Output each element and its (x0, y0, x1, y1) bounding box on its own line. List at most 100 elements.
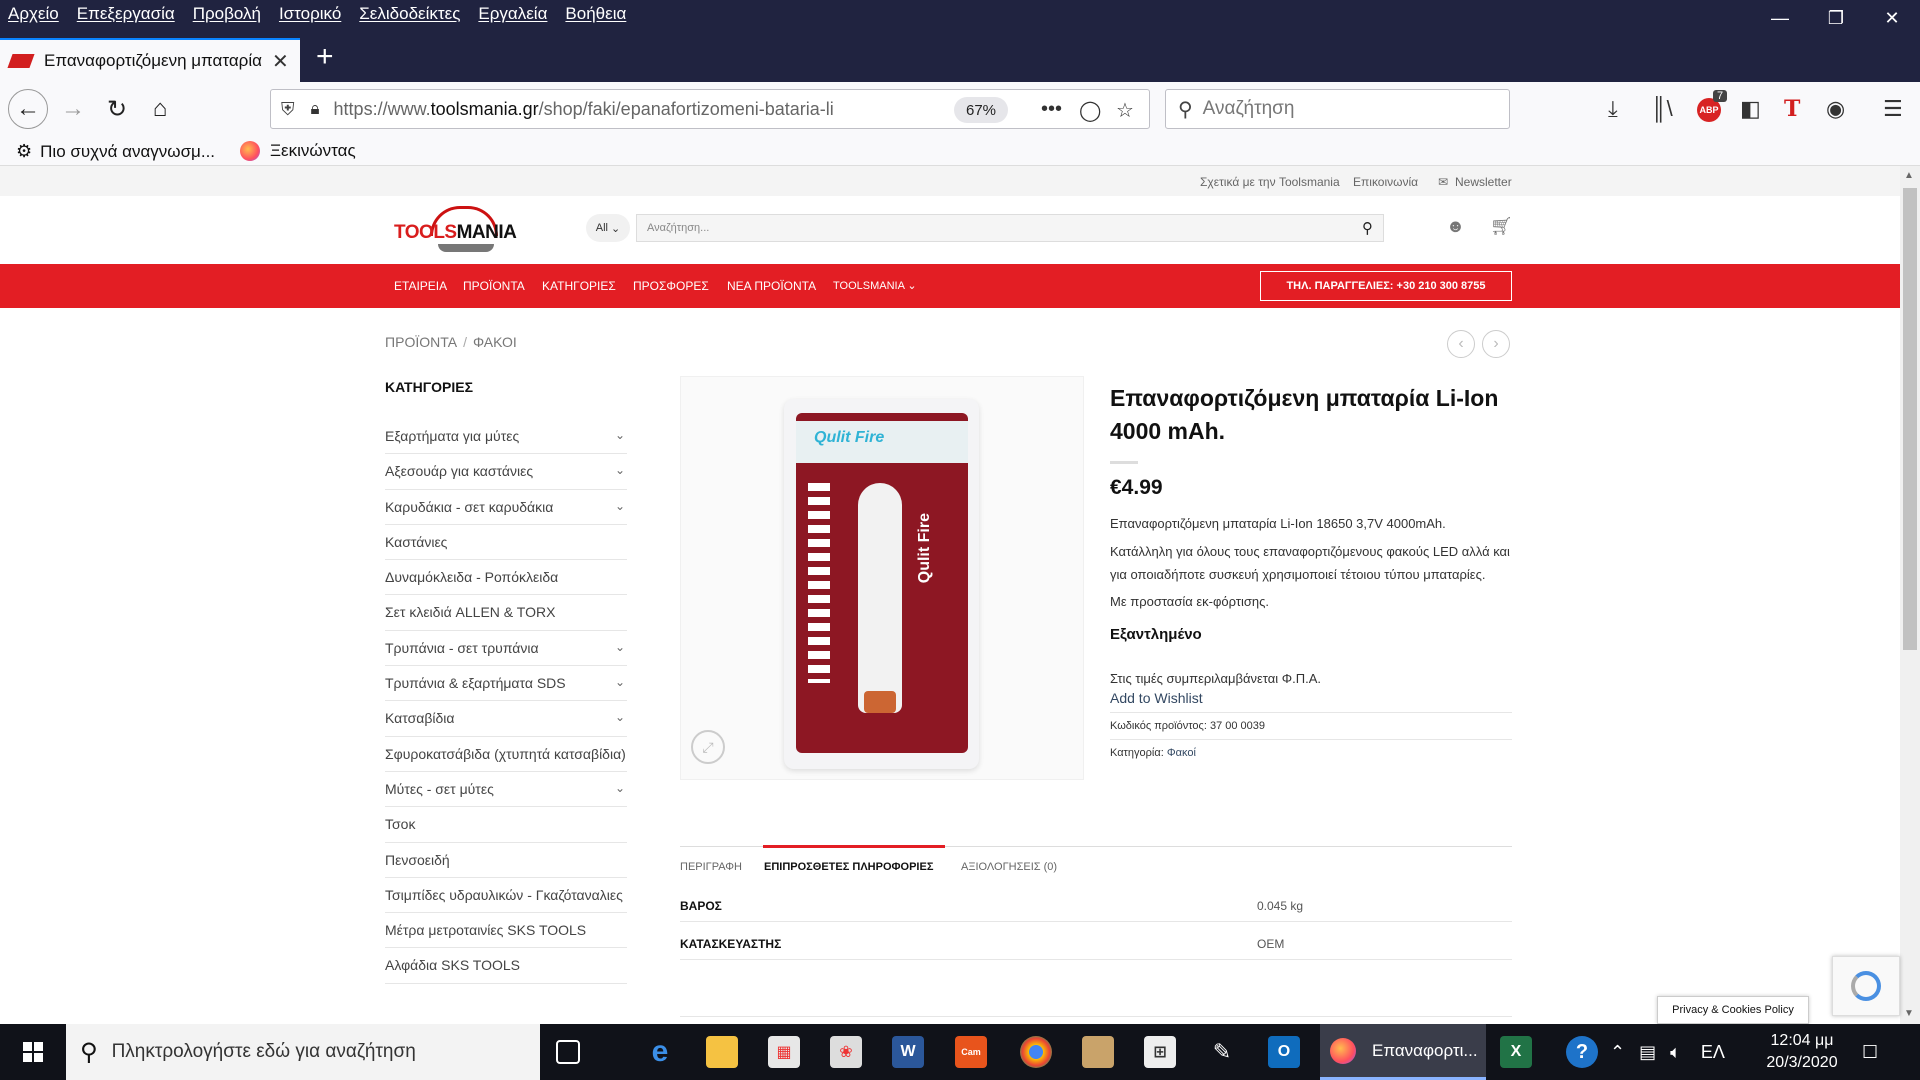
hamburger-menu-icon[interactable]: ☰ (1883, 96, 1903, 122)
downloads-icon[interactable]: ⤓ (1608, 96, 1618, 122)
chevron-down-icon[interactable]: ⌄ (615, 639, 625, 656)
back-arrow-icon[interactable]: ← (8, 89, 48, 129)
category-item[interactable]: Μύτες - σετ μύτες ⌄ (385, 772, 627, 808)
category-item[interactable]: Σετ κλειδιά ALLEN & TORX (385, 595, 627, 631)
help-icon[interactable]: ? (1566, 1036, 1598, 1068)
url-bar[interactable]: ⛨ 🔒︎ https://www.toolsmania.gr/shop/faki… (270, 89, 1150, 129)
cart-icon[interactable]: 🛒︎ (1490, 216, 1513, 237)
about-link[interactable]: Σχετικά με την Toolsmania (1200, 175, 1340, 189)
account-icon[interactable]: ◉ (1826, 96, 1845, 122)
start-button[interactable] (0, 1024, 66, 1080)
file-explorer-icon[interactable] (706, 1036, 738, 1068)
library-icon[interactable]: ║\ (1651, 96, 1673, 122)
bookmark-getting-started[interactable]: Ξεκινώντας (240, 141, 356, 161)
scrollbar-thumb[interactable] (1903, 188, 1917, 650)
sidebar-icon[interactable]: ◧ (1740, 96, 1761, 122)
zoom-expand-icon[interactable]: ⤢ (691, 730, 725, 764)
search-scope-select[interactable]: All ⌄ (586, 214, 630, 242)
tab-additional-info[interactable]: ΕΠΙΠΡΟΣΘΕΤΕΣ ΠΛΗΡΟΦΟΡΙΕΣ (764, 861, 933, 873)
tab-product[interactable]: Επαναφορτιζόμενη μπαταρία ✕ (0, 38, 300, 82)
nav-offers[interactable]: ΠΡΟΣΦΟΡΕΣ (633, 279, 709, 293)
category-link[interactable]: Φακοί (1167, 747, 1196, 759)
category-item[interactable]: Σφυροκατσάβιδα (χτυπητά κατσαβίδια) (385, 737, 627, 772)
forward-arrow-icon[interactable]: → (54, 90, 92, 128)
add-to-wishlist-link[interactable]: Add to Wishlist (1110, 690, 1512, 713)
menu-tools[interactable]: Εργαλεία (469, 4, 556, 24)
category-item[interactable]: Πενσοειδή (385, 843, 627, 878)
privacy-policy-button[interactable]: Privacy & Cookies Policy (1657, 996, 1809, 1024)
notifications-icon[interactable]: ☐ (1862, 1024, 1878, 1080)
category-item[interactable]: Τρυπάνια & εξαρτήματα SDS ⌄ (385, 666, 627, 702)
menu-file[interactable]: Αρχείο (0, 4, 68, 24)
category-item[interactable]: Αλφάδια SKS TOOLS (385, 948, 627, 984)
zoom-level[interactable]: 67% (954, 97, 1009, 123)
category-item[interactable]: Τρυπάνια - σετ τρυπάνια ⌄ (385, 631, 627, 667)
recaptcha-badge[interactable] (1832, 956, 1900, 1016)
scroll-up-icon[interactable]: ▲ (1904, 170, 1914, 181)
page-actions-icon[interactable]: ••• (1041, 98, 1062, 121)
calculator-icon[interactable]: ⊞ (1144, 1036, 1176, 1068)
scroll-down-icon[interactable]: ▼ (1904, 1008, 1914, 1019)
breadcrumb-flashlights[interactable]: ΦΑΚΟΙ (473, 334, 517, 350)
product-image[interactable]: Qulit Fire Qulit Fire ⤢ (680, 376, 1084, 780)
chevron-down-icon[interactable]: ⌄ (615, 674, 625, 691)
contact-link[interactable]: Επικοινωνία (1353, 175, 1418, 189)
category-item[interactable]: Εξαρτήματα για μύτες ⌄ (385, 419, 627, 455)
tracking-shield-icon[interactable]: ⛨ (281, 99, 295, 120)
nav-categories[interactable]: ΚΑΤΗΓΟΡΙΕΣ (542, 279, 616, 293)
show-hidden-icons-chevron-icon[interactable]: ⌃ (1610, 1042, 1625, 1063)
nav-products[interactable]: ΠΡΟΪΟΝΤΑ (463, 279, 525, 293)
menu-history[interactable]: Ιστορικό (270, 4, 350, 24)
category-item[interactable]: Καστάνιες (385, 525, 627, 561)
breadcrumb-products[interactable]: ΠΡΟΪΟΝΤΑ (385, 334, 457, 350)
menu-view[interactable]: Προβολή (184, 4, 270, 24)
category-item[interactable]: Δυναμόκλειδα - Ροπόκλειδα (385, 560, 627, 596)
category-item[interactable]: Τσοκ (385, 807, 627, 843)
chevron-down-icon[interactable]: ⌄ (615, 709, 625, 726)
chevron-down-icon[interactable]: ⌄ (615, 780, 625, 797)
tab-reviews[interactable]: ΑΞΙΟΛΟΓΗΣΕΙΣ (0) (961, 861, 1057, 873)
chevron-down-icon[interactable]: ⌄ (615, 498, 625, 515)
chrome-icon[interactable] (1020, 1036, 1052, 1068)
newsletter-link[interactable]: Newsletter (1455, 175, 1512, 189)
store-icon[interactable]: ▦ (768, 1036, 800, 1068)
url-text[interactable]: https://www.toolsmania.gr/shop/faki/epan… (334, 99, 894, 120)
previous-product-icon[interactable]: ‹ (1447, 330, 1475, 358)
category-item[interactable]: Τσιμπίδες υδραυλικών - Γκαζόταναλιες (385, 878, 627, 914)
excel-icon[interactable]: X (1500, 1036, 1532, 1068)
word-icon[interactable]: W (892, 1036, 924, 1068)
close-tab-icon[interactable]: ✕ (272, 49, 289, 74)
phone-order-button[interactable]: ΤΗΛ. ΠΑΡΑΓΓΕΛΙΕΣ: +30 210 300 8755 (1260, 271, 1512, 301)
category-item[interactable]: Καρυδάκια - σετ καρυδάκια ⌄ (385, 490, 627, 525)
language-indicator[interactable]: ΕΛ (1701, 1042, 1725, 1063)
snipping-tool-icon[interactable]: ✎ (1206, 1036, 1238, 1068)
category-item[interactable]: Αξεσουάρ για καστάνιες ⌄ (385, 454, 627, 490)
lock-icon[interactable]: 🔒︎ (311, 99, 320, 119)
tools-app-icon[interactable] (1082, 1036, 1114, 1068)
outlook-icon[interactable]: O (1268, 1036, 1300, 1068)
next-product-icon[interactable]: › (1482, 330, 1510, 358)
bookmark-most-visited[interactable]: ⚙ Πιο συχνά αναγνωσμ... (16, 141, 215, 162)
nav-company[interactable]: ΕΤΑΙΡΕΙΑ (394, 279, 447, 293)
nav-toolsmania[interactable]: TOOLSMANIA ⌄ (833, 279, 917, 292)
taskbar-search[interactable]: ⚲ Πληκτρολογήστε εδώ για αναζήτηση (66, 1024, 540, 1080)
tab-description[interactable]: ΠΕΡΙΓΡΑΦΗ (680, 861, 742, 873)
chevron-down-icon[interactable]: ⌄ (615, 427, 625, 444)
t-extension-icon[interactable]: T (1784, 96, 1800, 122)
nav-new-products[interactable]: ΝΕΑ ΠΡΟΪΟΝΤΑ (727, 279, 816, 293)
menu-edit[interactable]: Επεξεργασία (68, 4, 184, 24)
page-scrollbar[interactable]: ▲ ▼ (1900, 166, 1920, 1024)
reload-icon[interactable]: ↻ (98, 90, 136, 128)
user-account-icon[interactable]: ☻ (1446, 216, 1465, 237)
menu-bookmarks[interactable]: Σελιδοδείκτες (350, 4, 469, 24)
chevron-down-icon[interactable]: ⌄ (615, 462, 625, 479)
network-icon[interactable]: ▤ (1639, 1042, 1656, 1063)
new-tab-icon[interactable]: + (316, 42, 334, 72)
site-search-icon[interactable]: ⚲ (1362, 219, 1373, 237)
paint-icon[interactable]: ❀ (830, 1036, 862, 1068)
browser-search-box[interactable]: ⚲ Αναζήτηση (1165, 89, 1510, 129)
clock[interactable]: 12:04 μμ 20/3/2020 (1752, 1030, 1852, 1075)
edge-icon[interactable]: e (644, 1035, 676, 1068)
toolsmania-logo[interactable]: TOOLSMANIA (392, 206, 542, 254)
category-item[interactable]: Μέτρα μετροταινίες SKS TOOLS (385, 913, 627, 949)
